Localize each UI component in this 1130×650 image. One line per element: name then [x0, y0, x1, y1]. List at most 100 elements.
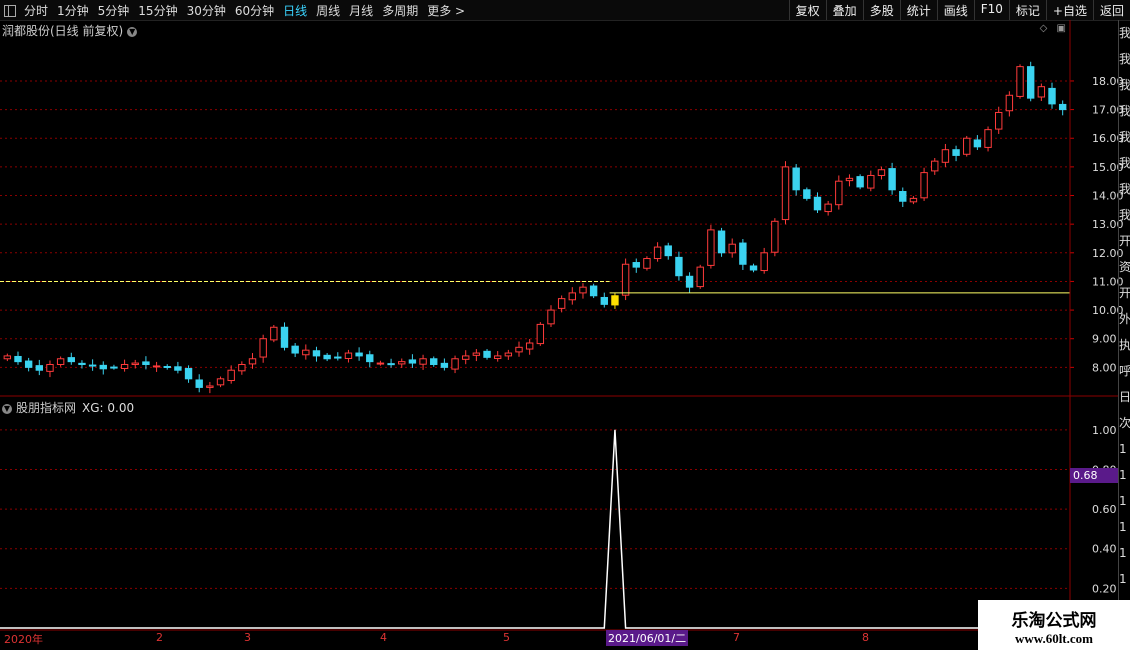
candle-body — [398, 361, 406, 365]
candle-body — [1016, 66, 1024, 97]
side-info-char: 日 — [1119, 390, 1130, 404]
side-info-char: 1 — [1119, 546, 1127, 560]
candle-body — [899, 191, 907, 202]
candle-body — [824, 203, 832, 213]
xg-signal-line — [0, 429, 1070, 629]
candle-body — [547, 309, 555, 325]
candle-body — [174, 366, 182, 371]
candle-body — [675, 256, 683, 277]
candle-body — [931, 160, 939, 172]
side-info-char: 开 — [1119, 234, 1130, 248]
x-tick: 2020年 — [4, 633, 43, 646]
candle-body — [856, 176, 864, 188]
candle-body — [312, 350, 321, 357]
watermark-name: 乐淘公式网 — [1011, 611, 1097, 631]
candle-body — [110, 366, 118, 369]
candle-body — [685, 275, 694, 288]
side-info-char: 外 — [1119, 312, 1130, 326]
candle-body — [483, 350, 491, 358]
candle-body — [920, 172, 928, 199]
side-info-char: 我 — [1119, 26, 1130, 40]
indicator-grid — [0, 429, 1070, 589]
side-info-char: 开 — [1119, 286, 1130, 300]
y-tick-label: 1.00 — [1092, 424, 1117, 437]
candle-body — [781, 166, 790, 221]
candle-body — [216, 378, 225, 386]
signal-series — [0, 429, 1070, 629]
side-info-char: 1 — [1119, 520, 1127, 534]
candle-body — [835, 180, 843, 206]
candle-body — [952, 149, 960, 156]
candle-body — [56, 358, 65, 365]
side-info-char: 执 — [1119, 338, 1130, 352]
side-info-char: 我 — [1119, 52, 1130, 66]
candle-body — [376, 362, 385, 365]
candle-body — [1058, 103, 1067, 111]
candle-body — [120, 363, 129, 370]
side-info-char: 我 — [1119, 156, 1130, 170]
candle-body — [366, 354, 374, 363]
side-info-char: 1 — [1119, 468, 1127, 482]
candle-body — [344, 352, 353, 359]
side-info-char: 1 — [1119, 572, 1127, 586]
x-tick: 5 — [503, 631, 510, 644]
candle-body — [1048, 87, 1056, 105]
candle-body — [621, 263, 630, 296]
side-info-column: 我我我我我我我我开资开外执呼日次11111111 — [1118, 20, 1130, 630]
candle-body — [888, 168, 896, 191]
candle-body — [600, 296, 608, 305]
candle-body — [14, 355, 22, 363]
candle-body — [408, 359, 417, 364]
candle-body — [1005, 94, 1014, 112]
candle-body — [803, 189, 811, 199]
candle-body — [184, 368, 193, 380]
candle-body — [995, 111, 1003, 130]
candle-body — [504, 352, 513, 357]
y-tick-label: 0.60 — [1092, 503, 1117, 516]
candle-body — [739, 242, 747, 265]
candle-body — [430, 358, 438, 365]
side-info-char: 我 — [1119, 78, 1130, 92]
candle-body — [845, 177, 854, 182]
candle-body — [451, 358, 459, 370]
candle-body — [973, 139, 982, 148]
candle-body — [877, 169, 886, 176]
watermark-url: www.60lt.com — [1015, 631, 1093, 646]
candle-body — [984, 129, 992, 148]
price-chart[interactable]: 8.009.0010.0011.0012.0013.0014.0015.0016… — [0, 0, 1130, 650]
candle-body — [707, 229, 715, 266]
y-tick-label: 9.00 — [1092, 333, 1117, 346]
candle-body — [568, 292, 577, 301]
candle-body — [771, 220, 779, 253]
candle-body — [760, 252, 768, 272]
side-info-char: 1 — [1119, 442, 1127, 456]
candle-body — [302, 349, 310, 356]
candle-body — [248, 358, 257, 365]
candle-body — [355, 352, 363, 357]
x-tick: 3 — [244, 631, 251, 644]
side-info-char: 我 — [1119, 208, 1130, 222]
candle-body — [227, 369, 235, 382]
candle-body — [323, 354, 331, 360]
x-tick: 8 — [862, 631, 869, 644]
candle-body — [131, 362, 139, 365]
candle-body — [334, 356, 342, 359]
candle-body — [728, 243, 736, 254]
candle-body — [664, 245, 672, 257]
candle-body — [3, 355, 12, 360]
candle-body — [99, 364, 107, 370]
candle-body — [867, 174, 875, 189]
candle-body — [653, 246, 662, 260]
candle-body — [472, 352, 481, 356]
side-info-char: 资 — [1119, 260, 1130, 274]
support-lines — [0, 280, 1070, 294]
candle-body — [536, 323, 545, 345]
y-tick-label: 0.40 — [1092, 543, 1117, 556]
candle-body — [941, 149, 950, 163]
candle-body — [67, 357, 75, 363]
candle-body — [206, 385, 214, 388]
candle-body — [270, 326, 278, 341]
candle-body — [163, 366, 171, 369]
candle-body — [195, 379, 203, 388]
candle-body — [88, 364, 97, 367]
